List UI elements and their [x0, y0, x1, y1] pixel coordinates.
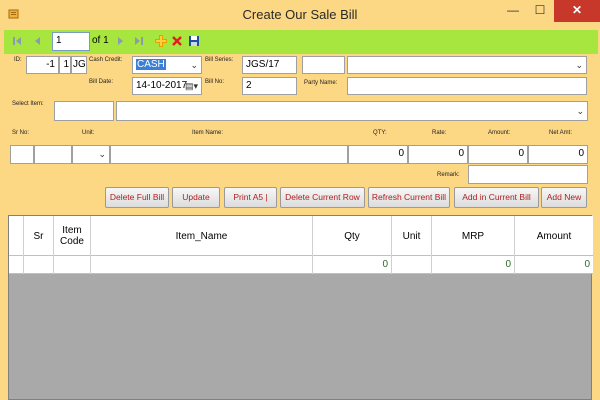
unit-cell[interactable]: [392, 256, 432, 274]
move-previous-icon[interactable]: [30, 34, 44, 48]
sr-no-field[interactable]: [10, 145, 34, 164]
bill-items-grid[interactable]: Sr Item Code Item_Name Qty Unit MRP Amou…: [8, 215, 593, 400]
close-button[interactable]: ✕: [554, 0, 600, 22]
rate-field[interactable]: 0: [408, 145, 468, 164]
remark-field[interactable]: [468, 165, 588, 184]
bill-date-label: Bill Date:: [89, 79, 114, 85]
amount-label: Amount:: [488, 130, 511, 136]
item-name-label: Item Name:: [192, 130, 224, 136]
column-header-amount[interactable]: Amount: [515, 216, 593, 256]
column-header-mrp[interactable]: MRP: [432, 216, 515, 256]
delete-full-bill-button[interactable]: Delete Full Bill: [105, 187, 169, 208]
party-name-select[interactable]: ⌄: [347, 56, 587, 74]
binding-navigator-toolbar: 1 of 1: [4, 30, 598, 54]
qty-label: QTY:: [373, 130, 387, 136]
refresh-current-bill-button[interactable]: Refresh Current Bill: [368, 187, 450, 208]
print-a5-button[interactable]: Print A5 |: [224, 187, 277, 208]
delete-icon[interactable]: [170, 34, 184, 48]
delete-current-row-button[interactable]: Delete Current Row: [280, 187, 365, 208]
net-amt-label: Net Amt:: [549, 130, 573, 136]
bill-no-field[interactable]: 2: [242, 77, 297, 95]
add-in-current-bill-button[interactable]: Add in Current Bill: [454, 187, 539, 208]
mrp-cell[interactable]: 0: [432, 256, 515, 274]
bill-series-label: Bill Series:: [205, 57, 234, 63]
position-input[interactable]: 1: [52, 32, 90, 51]
minimize-button[interactable]: —: [500, 0, 526, 22]
rate-label: Rate:: [432, 130, 447, 136]
id-label: ID:: [14, 57, 22, 63]
amount-field[interactable]: 0: [468, 145, 528, 164]
chevron-down-icon: ⌄: [98, 149, 106, 159]
grid-row-header: [9, 216, 24, 256]
cash-credit-value: CASH: [136, 59, 166, 70]
remark-label: Remark:: [437, 172, 460, 178]
select-item-select[interactable]: ⌄: [116, 101, 588, 121]
cash-credit-label: Cash Credit:: [89, 57, 123, 63]
id-field[interactable]: -1: [26, 56, 59, 74]
row-header-cell[interactable]: [9, 256, 24, 274]
net-amt-field[interactable]: 0: [528, 145, 588, 164]
bill-series-field[interactable]: JGS/17: [242, 56, 297, 74]
update-button[interactable]: Update: [172, 187, 220, 208]
move-next-icon[interactable]: [114, 34, 128, 48]
qty-cell[interactable]: 0: [313, 256, 392, 274]
select-item-label: Select Item:: [12, 101, 44, 107]
grid-header-row: Sr Item Code Item_Name Qty Unit MRP Amou…: [9, 216, 593, 256]
code-field[interactable]: [34, 145, 72, 164]
bill-date-value: 14-10-2017: [136, 80, 188, 91]
column-header-unit[interactable]: Unit: [392, 216, 432, 256]
save-icon[interactable]: [187, 34, 201, 48]
chevron-down-icon: ⌄: [575, 60, 583, 70]
amount-cell[interactable]: 0: [515, 256, 593, 274]
unit-label: Unit:: [82, 130, 95, 136]
item-name-field[interactable]: [110, 145, 348, 164]
count-label: of 1: [92, 35, 109, 46]
column-header-item-code[interactable]: Item Code: [54, 216, 91, 256]
maximize-button[interactable]: ☐: [528, 0, 552, 22]
column-header-sr[interactable]: Sr: [24, 216, 54, 256]
qty-field[interactable]: 0: [348, 145, 408, 164]
cash-credit-select[interactable]: CASH ⌄: [132, 56, 202, 74]
id-field-2[interactable]: 1: [59, 56, 71, 74]
item-code-cell[interactable]: [54, 256, 91, 274]
column-header-qty[interactable]: Qty: [313, 216, 392, 256]
party-code-field[interactable]: [302, 56, 345, 74]
party-name-field[interactable]: [347, 77, 587, 95]
calendar-icon[interactable]: ▤▾: [185, 78, 198, 94]
bill-date-picker[interactable]: 14-10-2017 ▤▾: [132, 77, 202, 95]
chevron-down-icon: ⌄: [576, 106, 584, 116]
bill-no-label: Bill No:: [205, 79, 225, 85]
add-new-button[interactable]: Add New: [541, 187, 587, 208]
column-header-item-name[interactable]: Item_Name: [91, 216, 313, 256]
move-first-icon[interactable]: [10, 34, 24, 48]
chevron-down-icon: ⌄: [190, 60, 198, 70]
move-last-icon[interactable]: [132, 34, 146, 48]
table-row[interactable]: 0 0 0: [9, 256, 593, 274]
sr-no-label: Sr No:: [12, 130, 30, 136]
sr-cell[interactable]: [24, 256, 54, 274]
select-item-code-field[interactable]: [54, 101, 114, 121]
unit-select[interactable]: ⌄: [72, 145, 110, 164]
add-new-icon[interactable]: [154, 34, 168, 48]
party-name-label: Party Name:: [304, 80, 338, 86]
item-name-cell[interactable]: [91, 256, 313, 274]
prefix-field[interactable]: JG: [71, 56, 87, 74]
